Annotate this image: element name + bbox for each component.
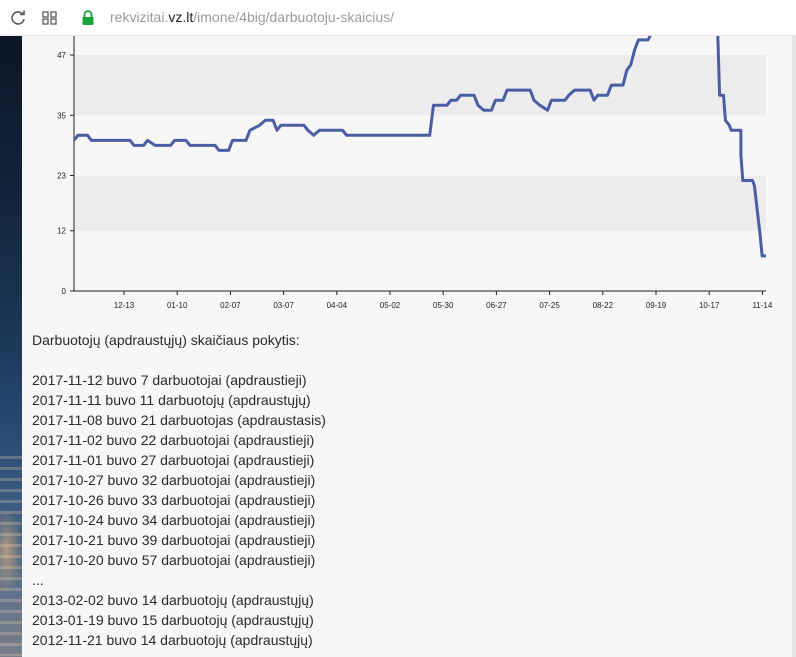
history-row: ... xyxy=(32,572,44,588)
x-tick-label: 02-07 xyxy=(220,301,241,310)
x-tick-label: 01-10 xyxy=(167,301,188,310)
chart-band xyxy=(74,36,766,55)
x-tick-label: 10-17 xyxy=(699,301,720,310)
x-tick-label: 06-27 xyxy=(486,301,507,310)
browser-address-bar: rekvizitai.vz.lt/imone/4big/darbuotoju-s… xyxy=(0,0,796,36)
x-tick-label: 03-07 xyxy=(273,301,294,310)
x-tick-label: 05-02 xyxy=(380,301,401,310)
history-row: 2013-02-02 buvo 14 darbuotojų (apdraustų… xyxy=(32,592,314,608)
y-tick-label: 0 xyxy=(62,287,67,296)
chart-band xyxy=(74,175,766,231)
employee-chart: 0 12 23 35 47 12-13 01-10 02-07 03-07 04-04 05-02… xyxy=(22,36,796,320)
url-prefix: rekvizitai. xyxy=(110,9,169,25)
chart-band xyxy=(74,115,766,176)
speed-dial-icon[interactable] xyxy=(40,8,60,28)
history-row: 2017-10-20 buvo 57 darbuotojai (apdraust… xyxy=(32,552,316,568)
history-row: 2017-11-08 buvo 21 darbuotojas (apdraust… xyxy=(32,412,326,428)
history-row: 2017-10-24 buvo 34 darbuotojai (apdraust… xyxy=(32,512,316,528)
x-tick-label: 07-25 xyxy=(539,301,560,310)
history-row: 2017-11-12 buvo 7 darbuotojai (apdrausti… xyxy=(32,372,307,388)
history-row: 2013-01-19 buvo 15 darbuotojų (apdraustų… xyxy=(32,612,314,628)
employee-history: Darbuotojų (apdraustųjų) skaičiaus pokyt… xyxy=(32,330,772,650)
chart-band xyxy=(74,230,766,291)
history-row: 2017-10-26 buvo 33 darbuotojai (apdraust… xyxy=(32,492,316,508)
y-tick-label: 47 xyxy=(57,51,66,60)
y-tick-label: 12 xyxy=(57,227,66,236)
background-lights xyxy=(0,456,22,656)
history-heading: Darbuotojų (apdraustųjų) skaičiaus pokyt… xyxy=(32,332,300,348)
lock-icon[interactable] xyxy=(78,8,98,28)
x-tick-label: 09-19 xyxy=(646,301,667,310)
url-host: vz.lt xyxy=(168,9,194,25)
chart-band xyxy=(74,55,766,116)
x-tick-label: 11-14 xyxy=(752,301,772,310)
history-row: 2017-10-21 buvo 39 darbuotojai (apdraust… xyxy=(32,532,316,548)
x-tick-label: 12-13 xyxy=(114,301,135,310)
employee-count-chart: 0 12 23 35 47 12-13 01-10 02-07 03-07 04-04 05-02… xyxy=(22,36,796,320)
history-row: 2017-11-02 buvo 22 darbuotojai (apdraust… xyxy=(32,432,315,448)
url-path: /imone/4big/darbuotoju-skaicius/ xyxy=(193,9,395,25)
url-field[interactable]: rekvizitai.vz.lt/imone/4big/darbuotoju-s… xyxy=(110,9,394,25)
y-tick-label: 35 xyxy=(57,111,66,120)
x-tick-label: 08-22 xyxy=(593,301,614,310)
x-tick-label: 05-30 xyxy=(433,301,454,310)
x-tick-label: 04-04 xyxy=(327,301,348,310)
history-row: 2017-11-01 buvo 27 darbuotojai (apdraust… xyxy=(32,452,315,468)
history-row: 2012-11-21 buvo 14 darbuotojų (apdraustų… xyxy=(32,632,313,648)
y-tick-label: 23 xyxy=(57,172,66,181)
page-scrollbar[interactable] xyxy=(792,36,796,657)
history-row: 2017-10-27 buvo 32 darbuotojai (apdraust… xyxy=(32,472,316,488)
history-row: 2017-11-11 buvo 11 darbuotojų (apdraustų… xyxy=(32,392,311,408)
main-content: 0 12 23 35 47 12-13 01-10 02-07 03-07 04-04 05-02… xyxy=(22,36,796,657)
history-list: 2017-11-12 buvo 7 darbuotojai (apdrausti… xyxy=(32,370,772,650)
reload-icon[interactable] xyxy=(8,8,28,28)
page-background-image xyxy=(0,36,22,657)
